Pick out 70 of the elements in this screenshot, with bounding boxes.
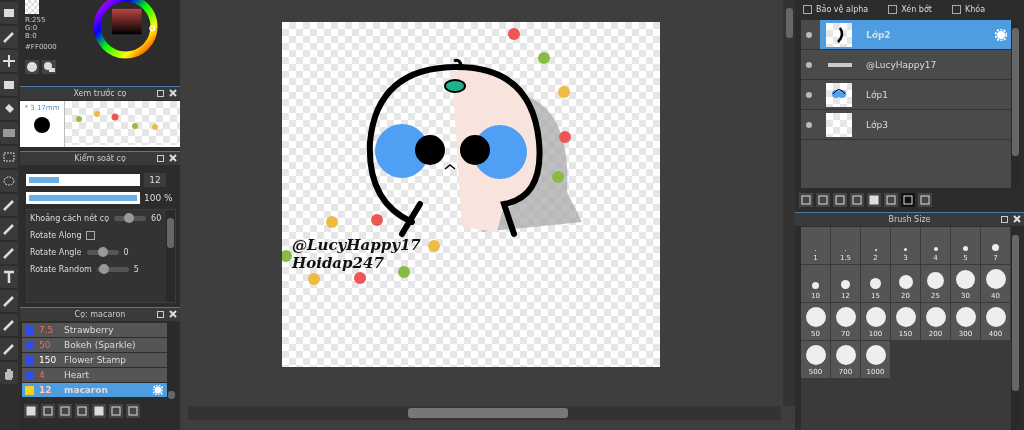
setting-label: Rotate Random (30, 265, 92, 274)
setting-slider[interactable] (114, 216, 147, 221)
close-icon[interactable] (169, 310, 177, 318)
canvas-text: @LucyHappy17 (292, 236, 421, 254)
canvas-text: Hoidap247 (292, 254, 385, 272)
opacity-value: 100 % (144, 193, 173, 203)
size-slider[interactable] (26, 174, 140, 186)
gear-icon[interactable] (153, 385, 163, 395)
setting-value: 0 (123, 248, 129, 257)
scrollbar[interactable] (783, 0, 795, 406)
brush-size: 4 (39, 370, 46, 380)
layer-thumbnail (826, 82, 852, 107)
text-tool-icon[interactable] (0, 266, 18, 288)
option-checkbox[interactable] (803, 4, 812, 14)
close-icon[interactable] (1013, 215, 1021, 223)
setting-slider[interactable] (96, 267, 129, 272)
close-icon[interactable] (169, 154, 177, 162)
rect-select-tool-icon[interactable] (0, 146, 18, 168)
panel-title: Cọ: macaron (74, 310, 126, 319)
brush-size: 150 (39, 355, 58, 365)
setting-label: Rotate Angle (30, 248, 82, 257)
popout-icon[interactable] (157, 89, 165, 97)
layer-thumbnail (826, 22, 852, 47)
scrollbar[interactable] (166, 210, 175, 302)
layer-item[interactable]: @LucyHappy17 (820, 50, 1011, 79)
setting-label: Rotate Along (30, 231, 82, 240)
option-label: Bảo vệ alpha (816, 4, 869, 14)
option-label: Xén bớt (901, 4, 932, 14)
setting-slider[interactable] (86, 250, 119, 255)
setting-checkbox[interactable] (86, 231, 96, 240)
popout-icon[interactable] (157, 310, 165, 318)
visibility-dot[interactable] (806, 31, 812, 38)
close-icon[interactable] (169, 89, 177, 97)
panel-title: Brush Size (888, 215, 931, 224)
layer-item[interactable]: Lớp3 (820, 110, 1011, 139)
setting-value: 5 (133, 265, 139, 274)
layer-item[interactable]: Lớp1 (820, 80, 1011, 109)
move-tool-icon[interactable] (0, 50, 18, 72)
square-tool-icon[interactable] (0, 2, 18, 24)
rect-fill-tool-icon[interactable] (0, 74, 18, 96)
setting-label: Khoảng cách nét cọ (30, 214, 110, 223)
brush-size: 12 (39, 385, 53, 395)
color-swatch[interactable] (25, 0, 39, 14)
gear-icon[interactable] (995, 28, 1007, 41)
layer-thumbnail (826, 112, 852, 137)
option-label: Khóa (964, 4, 986, 14)
size-value-field[interactable]: 12 (144, 173, 166, 187)
horizontal-scrollbar[interactable] (188, 406, 781, 420)
slider-thumb[interactable] (97, 247, 108, 257)
setting-value: 60 (151, 214, 162, 223)
visibility-dot[interactable] (806, 91, 812, 98)
brush-item[interactable]: 4 Heart (22, 368, 167, 382)
brush-size: 50 (39, 340, 52, 350)
popout-icon[interactable] (157, 154, 165, 162)
panel-title: Kiểm soát cọ (74, 154, 126, 163)
panel-title: Xem trước cọ (73, 89, 127, 98)
slider-thumb[interactable] (99, 264, 110, 274)
visibility-dot[interactable] (806, 121, 812, 128)
canvas[interactable]: @LucyHappy17 Hoidap247 (282, 22, 660, 367)
visibility-dot[interactable] (806, 61, 812, 68)
option-checkbox[interactable] (951, 4, 961, 14)
brush-tip-icon (33, 116, 51, 134)
brush-item[interactable]: 7.5 Strawberry (22, 323, 167, 337)
brush-item[interactable]: 150 Flower Stamp (22, 353, 167, 367)
popout-icon[interactable] (1001, 215, 1009, 223)
brush-item[interactable]: 50 Bokeh (Sparkle) (22, 338, 167, 352)
lasso-tool-icon[interactable] (0, 170, 18, 192)
slider-thumb[interactable] (124, 213, 134, 223)
option-checkbox[interactable] (888, 4, 898, 14)
brush-size: 7.5 (39, 325, 55, 335)
